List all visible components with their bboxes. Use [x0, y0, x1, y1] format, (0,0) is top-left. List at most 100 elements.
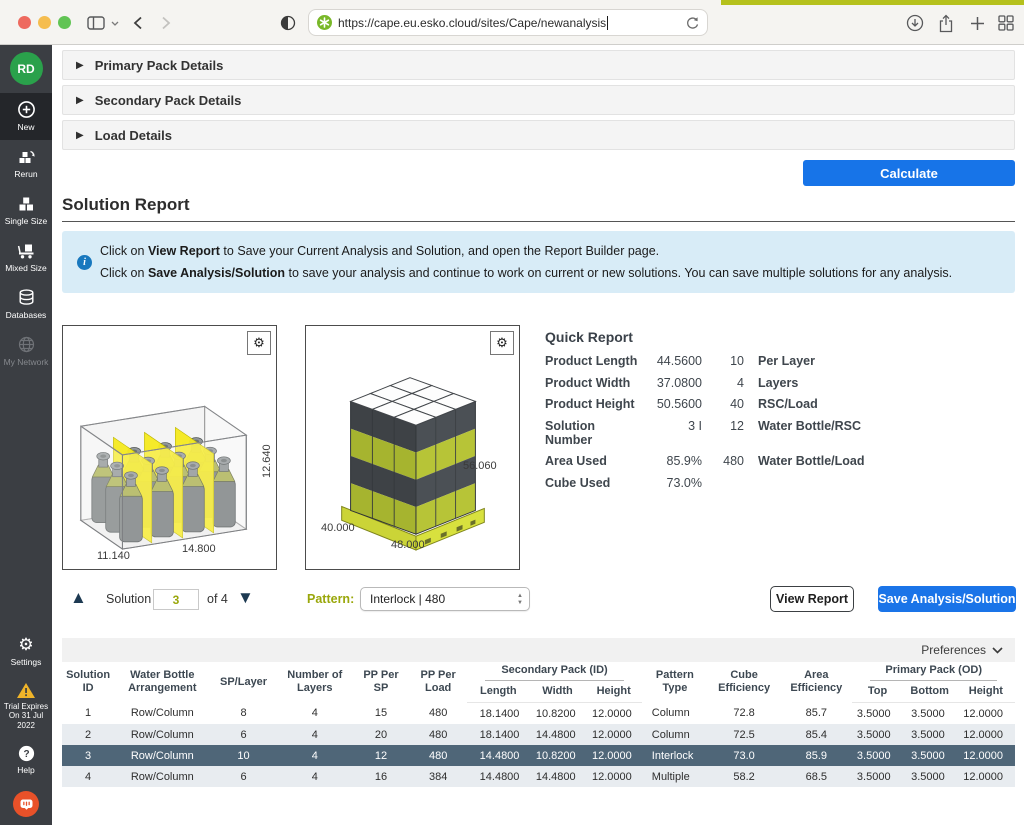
- viewer-settings-button[interactable]: ⚙: [247, 331, 271, 355]
- single-size-icon: [0, 194, 52, 213]
- chat-launcher-button[interactable]: [13, 791, 39, 817]
- dimension-label: 40.000: [321, 522, 355, 534]
- privacy-shield-icon[interactable]: [276, 11, 300, 35]
- gear-icon: ⚙: [0, 636, 52, 654]
- table-cell: 10.8200: [529, 703, 585, 725]
- reload-icon[interactable]: [686, 16, 699, 30]
- browser-toolbar: https://cape.eu.esko.cloud/sites/Cape/ne…: [0, 0, 1024, 45]
- zoom-window-button[interactable]: [58, 16, 71, 29]
- table-cell: 3.5000: [903, 766, 957, 787]
- table-cell: 73.0: [708, 745, 780, 766]
- calculate-button[interactable]: Calculate: [803, 160, 1015, 186]
- minimize-window-button[interactable]: [38, 16, 51, 29]
- close-window-button[interactable]: [18, 16, 31, 29]
- table-cell: 12.0000: [586, 724, 642, 745]
- table-row[interactable]: 1Row/Column841548018.140010.820012.0000C…: [62, 703, 1015, 725]
- solution-count-label: of 4: [207, 592, 228, 606]
- column-header: Number of Layers: [277, 662, 353, 703]
- tab-overview-icon[interactable]: [994, 11, 1018, 35]
- downloads-icon[interactable]: [903, 11, 927, 35]
- previous-solution-button[interactable]: ▲: [70, 587, 87, 609]
- column-header: Bottom: [903, 683, 957, 703]
- accordion-primary-pack-details[interactable]: ▶ Primary Pack Details: [62, 50, 1015, 80]
- select-stepper-icon: ▲▼: [517, 593, 523, 606]
- case-3d-viewer[interactable]: ⚙ 11.140 14.800 12.640: [62, 325, 277, 570]
- pattern-label: Pattern:: [307, 592, 354, 606]
- accordion-label: Secondary Pack Details: [95, 93, 242, 108]
- sidebar-item-mixed-size[interactable]: Mixed Size: [0, 234, 52, 281]
- metric-label: Product Width: [545, 376, 642, 390]
- metric-label: Solution Number: [545, 419, 642, 447]
- quick-report-row: Product Height 50.5600 40 RSC/Load: [545, 397, 1015, 411]
- viewer-settings-button[interactable]: ⚙: [490, 331, 514, 355]
- column-header: Solution ID: [62, 662, 114, 703]
- table-cell: 480: [409, 724, 467, 745]
- database-icon: [0, 288, 52, 307]
- sidebar-item-trial[interactable]: Trial Expires On 31 Jul 2022: [0, 675, 52, 739]
- title-divider: [62, 221, 1015, 222]
- table-cell: 12.0000: [957, 745, 1015, 766]
- column-header: Pattern Type: [642, 662, 708, 703]
- table-cell: 14.4800: [529, 766, 585, 787]
- table-cell: 3.5000: [852, 724, 902, 745]
- table-cell: Row/Column: [114, 724, 210, 745]
- accordion-load-details[interactable]: ▶ Load Details: [62, 120, 1015, 150]
- table-cell: 12.0000: [586, 703, 642, 725]
- sidebar-item-settings[interactable]: ⚙ Settings: [0, 629, 52, 675]
- table-cell: 15: [353, 703, 409, 725]
- app-sidebar: RD New Rerun Single Size Mixed Size: [0, 45, 52, 825]
- page: https://cape.eu.esko.cloud/sites/Cape/ne…: [0, 0, 1024, 825]
- table-cell: 12.0000: [957, 766, 1015, 787]
- table-cell: 12: [353, 745, 409, 766]
- quick-report-row: Cube Used 73.0%: [545, 476, 1015, 490]
- info-icon: i: [77, 255, 92, 270]
- table-row[interactable]: 4Row/Column641638414.480014.480012.0000M…: [62, 766, 1015, 787]
- column-header: Top: [852, 683, 902, 703]
- chevron-down-icon[interactable]: [108, 11, 122, 35]
- accordion-label: Primary Pack Details: [95, 58, 224, 73]
- table-cell: 14.4800: [467, 745, 529, 766]
- background-window-strip: [721, 0, 1024, 5]
- table-cell: 4: [277, 724, 353, 745]
- new-tab-icon[interactable]: [965, 11, 989, 35]
- table-row[interactable]: 2Row/Column642048018.140014.480012.0000C…: [62, 724, 1015, 745]
- sidebar-item-label: Help: [17, 765, 34, 775]
- sidebar-item-single-size[interactable]: Single Size: [0, 187, 52, 234]
- table-body: 1Row/Column841548018.140010.820012.0000C…: [62, 703, 1015, 788]
- table-cell: 3.5000: [852, 703, 902, 725]
- preferences-toggle[interactable]: Preferences: [62, 638, 1015, 662]
- gear-icon: ⚙: [253, 335, 265, 351]
- table-cell: 85.7: [780, 703, 852, 725]
- table-cell: 3: [62, 745, 114, 766]
- dimension-label: 12.640: [261, 398, 273, 478]
- accordion-secondary-pack-details[interactable]: ▶ Secondary Pack Details: [62, 85, 1015, 115]
- sidebar-toggle-icon[interactable]: [84, 11, 108, 35]
- forward-button[interactable]: [154, 11, 178, 35]
- pallet-3d-viewer[interactable]: ⚙ 40.000 48.000 56.060: [305, 325, 520, 570]
- table-cell: 6: [210, 724, 276, 745]
- next-solution-button[interactable]: ▼: [237, 587, 254, 609]
- sidebar-item-label: Mixed Size: [5, 263, 47, 273]
- share-icon[interactable]: [934, 11, 958, 35]
- view-report-button[interactable]: View Report: [770, 586, 854, 612]
- metric-value: 44.5600: [642, 354, 702, 368]
- sidebar-item-help[interactable]: ? Help: [0, 738, 52, 783]
- avatar[interactable]: RD: [10, 52, 43, 85]
- back-button[interactable]: [126, 11, 150, 35]
- quick-report-row: Solution Number 3 I 12 Water Bottle/RSC: [545, 419, 1015, 447]
- solutions-table: Solution ID Water Bottle Arrangement SP/…: [62, 662, 1015, 787]
- sidebar-item-my-network[interactable]: My Network: [0, 328, 52, 375]
- save-analysis-solution-button[interactable]: Save Analysis/Solution: [878, 586, 1016, 612]
- solution-number-input[interactable]: [153, 589, 199, 610]
- solution-label: Solution: [106, 592, 151, 606]
- table-cell: 4: [277, 745, 353, 766]
- sidebar-item-new[interactable]: New: [0, 93, 52, 140]
- sidebar-item-databases[interactable]: Databases: [0, 281, 52, 328]
- sidebar-item-label: Settings: [11, 657, 42, 667]
- column-header: Length: [467, 683, 529, 703]
- url-bar[interactable]: https://cape.eu.esko.cloud/sites/Cape/ne…: [308, 9, 708, 36]
- pattern-select[interactable]: Interlock | 480 ▲▼: [360, 587, 530, 611]
- text-caret: [607, 16, 608, 30]
- sidebar-item-rerun[interactable]: Rerun: [0, 140, 52, 187]
- table-row[interactable]: 3Row/Column1041248014.480010.820012.0000…: [62, 745, 1015, 766]
